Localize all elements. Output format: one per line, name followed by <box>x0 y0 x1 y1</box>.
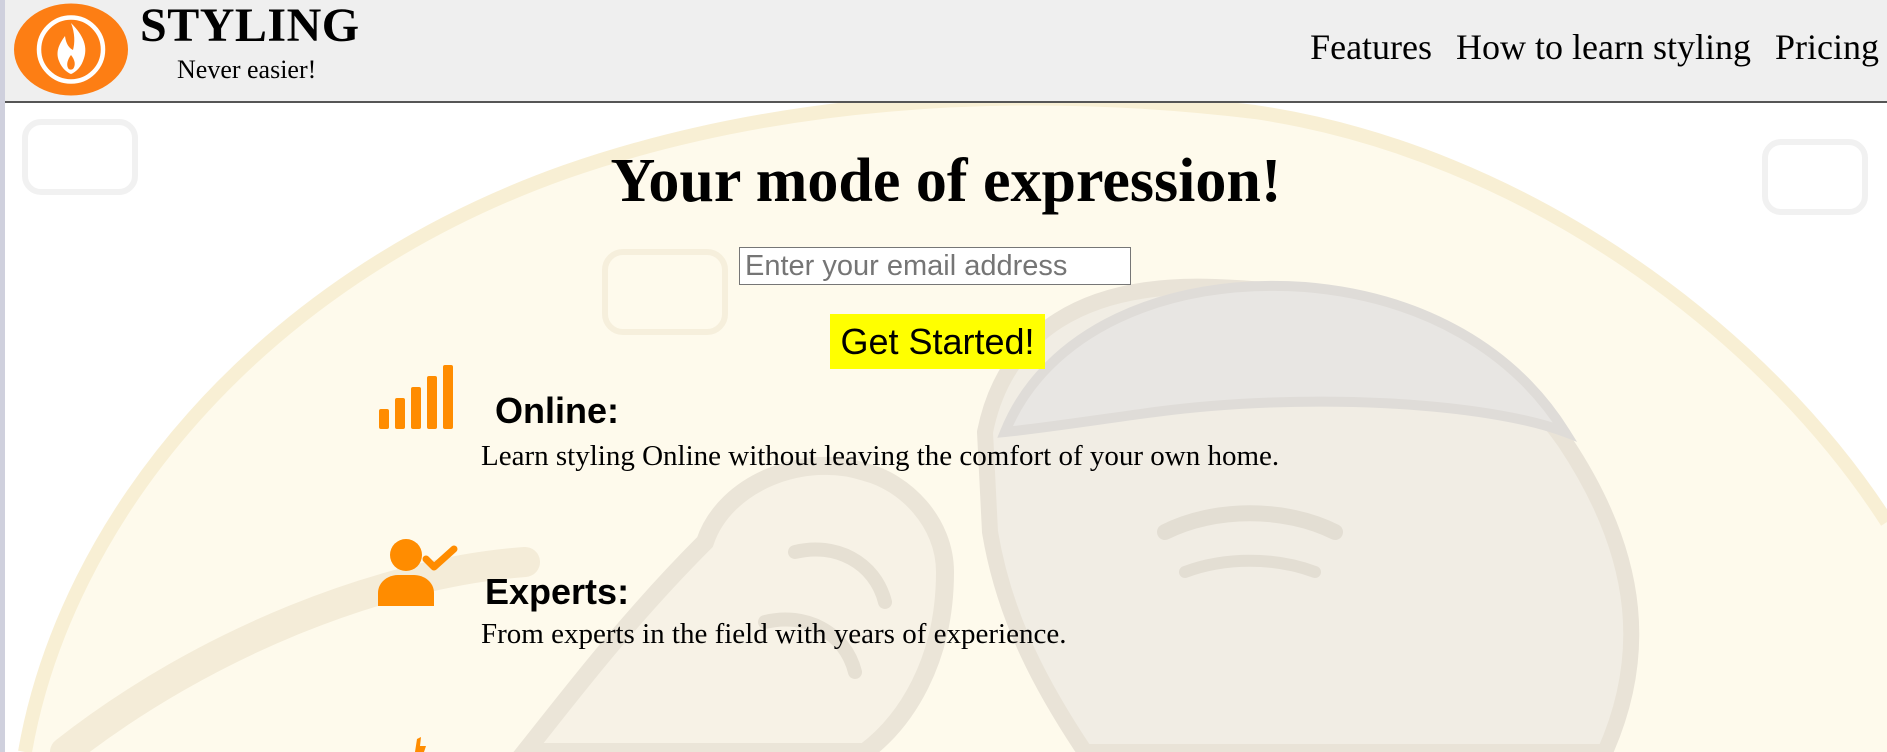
main-nav: Features How to learn styling Pricing <box>1310 26 1879 68</box>
feature-description-online: Learn styling Online without leaving the… <box>481 440 1280 472</box>
brand-title: STYLING <box>140 0 360 52</box>
hero-title: Your mode of expression! <box>610 147 1282 215</box>
brand-tagline: Never easier! <box>177 55 317 84</box>
brand-logo-icon[interactable] <box>13 3 129 96</box>
nav-link-pricing[interactable]: Pricing <box>1775 26 1879 68</box>
signal-bars-icon <box>379 365 453 429</box>
nav-link-features[interactable]: Features <box>1310 26 1432 68</box>
user-check-icon <box>378 539 458 606</box>
feature-heading-experts: Experts: <box>485 571 630 612</box>
partial-feature-icon <box>415 737 426 752</box>
feature-description-experts: From experts in the field with years of … <box>481 618 1067 650</box>
feature-heading-online: Online: <box>495 390 619 431</box>
get-started-button[interactable]: Get Started! <box>830 314 1045 369</box>
email-input[interactable] <box>739 247 1131 285</box>
site-header: STYLING Never easier! Features How to le… <box>5 0 1887 103</box>
window-left-edge <box>0 0 5 752</box>
nav-link-how-to-learn[interactable]: How to learn styling <box>1456 26 1751 68</box>
